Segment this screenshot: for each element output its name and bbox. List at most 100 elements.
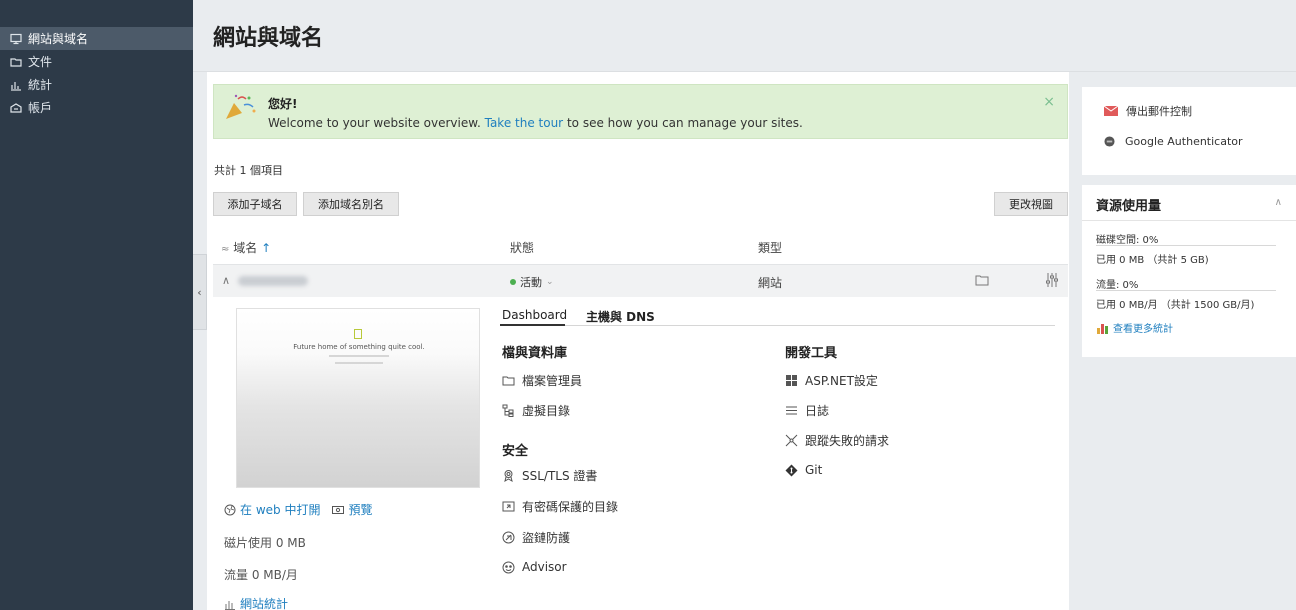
account-icon [10,102,22,114]
preview-label: 預覽 [348,503,373,517]
more-stats-label: 查看更多統計 [1113,324,1173,335]
banner-title: 您好! [268,97,298,111]
section-security: 安全 [502,444,529,459]
sitemap-icon [502,404,515,417]
column-header-type[interactable]: 類型 [758,239,782,256]
google-authenticator-icon [1104,136,1115,147]
failed-requests-link[interactable]: 跟蹤失敗的請求 [785,432,889,449]
banner-text-after: to see how you can manage your sites. [566,116,803,130]
sidebar-item-label: 文件 [28,55,53,69]
chevron-up-icon[interactable]: ∧ [1275,197,1282,208]
sidebar-collapse-handle[interactable]: ‹ [193,254,207,330]
list-icon [785,404,798,417]
column-header-status[interactable]: 狀態 [510,239,534,256]
shield-link-icon [502,531,515,544]
change-view-button[interactable]: 更改視圖 [994,192,1068,216]
active-tab-indicator [500,324,565,326]
logs-link[interactable]: 日誌 [785,402,829,419]
add-subdomain-button[interactable]: 添加子域名 [213,192,297,216]
bar-chart-icon [10,79,22,91]
advisor-label: Advisor [522,560,567,574]
placeholder-icon [354,329,362,339]
monitor-icon [10,33,22,45]
status-dropdown[interactable]: 活動 ⌄ [510,274,554,290]
total-items: 共計 1 個項目 [214,164,283,177]
chevron-up-icon[interactable]: ∧ [222,274,230,287]
banner-text-before: Welcome to your website overview. [268,116,481,130]
google-authenticator-label: Google Authenticator [1125,135,1243,148]
settings-sliders-icon[interactable] [1045,272,1059,288]
status-dot-icon [510,279,516,285]
bar-chart-icon [225,600,235,610]
more-stats-link[interactable]: 查看更多統計 [1096,320,1173,335]
resource-usage-card: 資源使用量 ∧ 磁碟空間: 0% 已用 0 MB （共計 5 GB) 流量: 0… [1082,185,1296,357]
traffic-used-text: 已用 0 MB/月 （共計 1500 GB/月) [1096,300,1255,311]
main-panel: 您好! Welcome to your website overview. Ta… [207,72,1069,610]
ssl-label: SSL/TLS 證書 [522,469,598,483]
sidebar-item-label: 帳戶 [28,101,53,115]
folder-icon[interactable] [975,274,989,286]
disk-usage-bar [1096,245,1276,246]
site-stats-label: 網站統計 [240,597,289,610]
tabs-divider [500,325,1055,326]
aspnet-settings-link[interactable]: ASP.NET設定 [785,372,878,389]
preview-title: Future home of something quite cool. [293,343,425,351]
tab-hosting-dns[interactable]: 主機與 DNS [586,308,655,325]
google-authenticator-link[interactable]: Google Authenticator [1104,135,1243,148]
sidebar-item-label: 網站與域名 [28,32,89,46]
domain-name-redacted[interactable] [238,276,308,286]
mail-control-link[interactable]: 傳出郵件控制 [1104,103,1192,119]
open-in-web-label: 在 web 中打開 [240,503,321,517]
sidebar-item-account[interactable]: 帳戶 [0,96,193,119]
close-icon[interactable]: × [1043,94,1055,110]
site-stats-link[interactable]: 網站統計 [224,595,288,610]
ssl-certificates-link[interactable]: SSL/TLS 證書 [502,467,597,484]
advisor-link[interactable]: Advisor [502,560,567,574]
traffic-text: 流量 0 MB/月 [224,568,298,582]
hotlink-label: 盜鏈防護 [522,531,571,545]
hotlink-protection-link[interactable]: 盜鏈防護 [502,529,570,546]
git-label: Git [805,463,823,477]
sidebar-item-websites[interactable]: 網站與域名 [0,27,193,50]
welcome-banner: 您好! Welcome to your website overview. Ta… [213,84,1068,139]
sidebar-item-label: 統計 [28,78,53,92]
tab-dashboard[interactable]: Dashboard [502,308,567,322]
mail-control-label: 傳出郵件控制 [1126,105,1192,118]
virtual-directories-link[interactable]: 虛擬目錄 [502,402,570,419]
preview-links: 在 web 中打開 預覽 [224,501,372,518]
resource-usage-header[interactable]: 資源使用量 ∧ [1082,185,1296,221]
traffic-usage-label: 流量: 0% [1096,280,1139,291]
git-link[interactable]: Git [785,463,822,477]
disk-usage-text: 磁片使用 0 MB [224,536,306,550]
party-popper-icon [226,94,256,119]
sidebar-item-statistics[interactable]: 統計 [0,73,193,96]
traffic-usage-bar [1096,290,1276,291]
certificate-icon [502,469,515,482]
locked-folder-icon [502,500,515,513]
column-header-domain[interactable]: ≈ 域名 ↑ [221,239,271,256]
failed-requests-label: 跟蹤失敗的請求 [805,434,890,448]
virtual-directories-label: 虛擬目錄 [522,404,571,418]
website-preview-thumbnail[interactable]: Future home of something quite cool. [236,308,480,488]
file-manager-label: 檔案管理員 [522,374,583,388]
grid-icon [785,374,798,387]
sort-arrow-icon: ↑ [261,241,272,255]
open-in-web-link[interactable]: 在 web 中打開 [224,501,320,518]
sidebar: 網站與域名 文件 統計 帳戶 [0,0,193,610]
chevron-left-icon: ‹ [197,285,202,299]
domain-row: ∧ 活動 ⌄ 網站 [213,265,1068,297]
preview-text-line [329,355,389,357]
colored-bar-chart-icon [1097,323,1108,334]
password-dirs-label: 有密碼保護的目錄 [522,500,619,514]
page-header: 網站與域名 [193,0,1296,72]
folder-icon [502,374,515,387]
git-icon [785,464,798,477]
file-manager-link[interactable]: 檔案管理員 [502,372,582,389]
password-protected-dirs-link[interactable]: 有密碼保護的目錄 [502,498,618,515]
section-dev-tools: 開發工具 [785,346,838,361]
add-alias-button[interactable]: 添加域名別名 [303,192,399,216]
aspnet-label: ASP.NET設定 [805,374,878,388]
take-tour-link[interactable]: Take the tour [485,116,564,130]
sidebar-item-files[interactable]: 文件 [0,50,193,73]
preview-link[interactable]: 預覽 [332,501,372,518]
